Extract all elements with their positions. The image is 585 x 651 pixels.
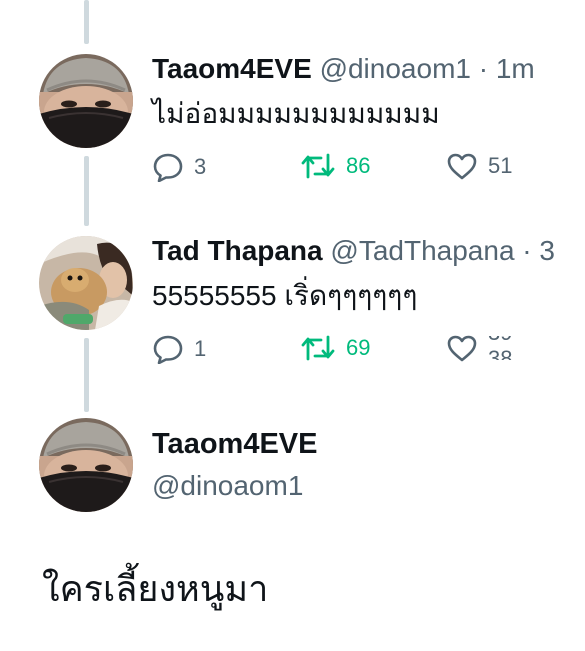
- avatar[interactable]: [39, 236, 133, 330]
- separator: ·: [522, 235, 532, 266]
- handle[interactable]: @TadThapana: [330, 235, 514, 266]
- reply-icon: [152, 152, 184, 182]
- reply-button[interactable]: 3: [152, 152, 206, 182]
- tweet-header: Tad Thapana @TadThapana · 3: [152, 234, 585, 268]
- handle[interactable]: @dinoaom1: [152, 468, 303, 504]
- retweet-count: 69: [346, 335, 371, 360]
- like-count: 39 38: [488, 336, 522, 360]
- avatar[interactable]: [39, 54, 133, 148]
- thread-line: [84, 156, 89, 226]
- separator: ·: [478, 53, 489, 84]
- like-button[interactable]: 51: [446, 152, 512, 180]
- reply-count: 3: [194, 154, 207, 179]
- thread-line: [84, 0, 89, 44]
- retweet-button[interactable]: 86: [300, 152, 370, 180]
- timestamp[interactable]: 1m: [496, 53, 535, 84]
- tweet-text: ใครเลี้ยงหนูมา: [42, 568, 269, 609]
- tweet-text: ไม่อ่อมมมมมมมมมมมม: [152, 98, 440, 129]
- display-name[interactable]: Tad Thapana: [152, 235, 323, 266]
- heart-icon: [446, 334, 478, 362]
- retweet-icon: [300, 152, 336, 180]
- handle[interactable]: @dinoaom1: [320, 53, 471, 84]
- display-name[interactable]: Taaom4EVE: [152, 426, 317, 462]
- thread-line: [84, 338, 89, 412]
- timestamp[interactable]: 3: [539, 235, 555, 266]
- avatar[interactable]: [39, 418, 133, 512]
- reply-button[interactable]: 1: [152, 334, 206, 364]
- like-button[interactable]: 39 38: [446, 334, 522, 362]
- heart-icon: [446, 152, 478, 180]
- tweet-text: 55555555 เริ่ดๆๆๆๆๆๆ: [152, 280, 418, 311]
- reply-icon: [152, 334, 184, 364]
- tweet-header: Taaom4EVE @dinoaom1 · 1m: [152, 52, 585, 86]
- retweet-count: 86: [346, 153, 371, 178]
- like-count-next: 39: [488, 336, 512, 346]
- like-count: 51: [488, 153, 513, 178]
- display-name[interactable]: Taaom4EVE: [152, 53, 312, 84]
- retweet-button[interactable]: 69: [300, 334, 370, 362]
- retweet-icon: [300, 334, 336, 362]
- reply-count: 1: [194, 336, 207, 361]
- like-count-current: 38: [488, 346, 513, 360]
